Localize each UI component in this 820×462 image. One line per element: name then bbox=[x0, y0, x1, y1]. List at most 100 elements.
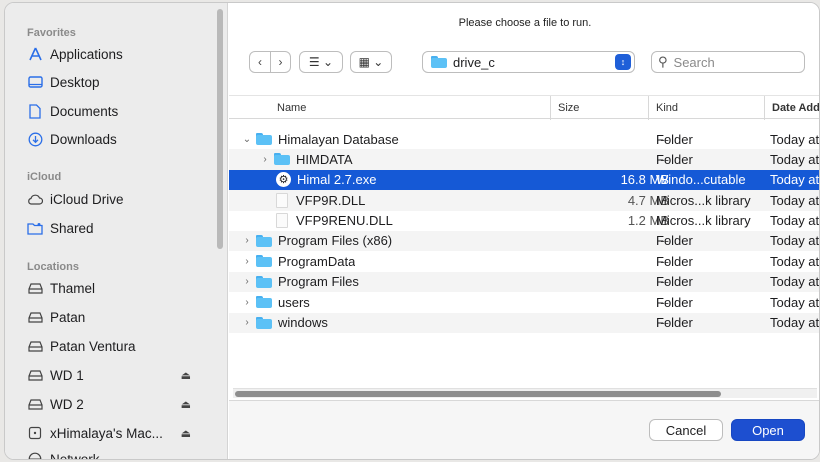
file-name: Himalayan Database bbox=[278, 131, 399, 147]
sidebar-item-network[interactable]: Network bbox=[27, 449, 197, 459]
file-name: VFP9RENU.DLL bbox=[296, 213, 393, 229]
scrollbar-thumb[interactable] bbox=[235, 391, 721, 397]
eject-icon[interactable]: ⏏ bbox=[181, 398, 191, 411]
column-name[interactable]: Name bbox=[277, 96, 306, 120]
table-header: Name Size Kind Date Add bbox=[229, 95, 819, 120]
chevron-right-icon[interactable]: › bbox=[241, 256, 253, 267]
desktop-icon bbox=[27, 74, 43, 90]
sidebar-item-label: Thamel bbox=[50, 280, 96, 296]
kind-cell: Folder bbox=[656, 294, 693, 310]
eject-icon[interactable]: ⏏ bbox=[181, 427, 191, 440]
folder-icon bbox=[256, 234, 272, 247]
sidebar-item-applications[interactable]: Applications bbox=[27, 44, 197, 64]
sidebar-item-documents[interactable]: Documents bbox=[27, 101, 197, 121]
table-row[interactable]: › Program Files (x86) -- Folder Today at bbox=[229, 230, 819, 252]
date-cell: Today at bbox=[770, 315, 820, 331]
sidebar-item-wd2[interactable]: WD 2 ⏏ bbox=[27, 394, 197, 414]
back-button[interactable]: ‹ bbox=[250, 52, 270, 72]
sidebar-item-mac[interactable]: xHimalaya's Mac... ⏏ bbox=[27, 423, 197, 443]
chevron-updown-icon: ↕ bbox=[615, 54, 631, 70]
folder-icon bbox=[256, 316, 272, 329]
sidebar-item-icloud-drive[interactable]: iCloud Drive bbox=[27, 189, 197, 209]
file-name: ProgramData bbox=[278, 253, 356, 269]
cancel-button[interactable]: Cancel bbox=[649, 419, 723, 441]
chevron-right-icon[interactable]: › bbox=[241, 276, 253, 287]
eject-icon[interactable]: ⏏ bbox=[181, 369, 191, 382]
sidebar-item-shared[interactable]: Shared bbox=[27, 218, 197, 238]
sidebar-section-favorites: Favorites bbox=[27, 27, 76, 39]
forward-button[interactable]: › bbox=[270, 52, 290, 72]
name-cell: ⚙ Himal 2.7.exe bbox=[259, 170, 376, 190]
table-row[interactable]: ⚙ Himal 2.7.exe 16.8 MB Windo...cutable Toda… bbox=[229, 169, 819, 191]
chevron-right-icon[interactable]: › bbox=[241, 235, 253, 246]
network-icon bbox=[27, 451, 43, 459]
size-cell: -- bbox=[660, 131, 669, 147]
sidebar-item-patan[interactable]: Patan bbox=[27, 307, 197, 327]
file-list: ⌄ Himalayan Database -- Folder Today at › HIMD… bbox=[229, 129, 820, 333]
kind-cell: Folder bbox=[656, 151, 693, 167]
sidebar-item-patan-ventura[interactable]: Patan Ventura bbox=[27, 336, 197, 356]
list-view-button[interactable]: ☰ ⌄ bbox=[299, 51, 343, 73]
sidebar-item-downloads[interactable]: Downloads bbox=[27, 129, 197, 149]
sidebar-item-desktop[interactable]: Desktop bbox=[27, 72, 197, 92]
horizontal-scrollbar[interactable] bbox=[233, 388, 817, 398]
table-row[interactable]: › users -- Folder Today at bbox=[229, 292, 820, 312]
chevron-down-icon[interactable]: ⌄ bbox=[241, 134, 253, 145]
computer-icon bbox=[27, 425, 43, 441]
sidebar-item-label: Shared bbox=[50, 220, 94, 236]
date-cell: Today at bbox=[770, 294, 820, 310]
name-cell: VFP9R.DLL bbox=[259, 190, 365, 210]
column-kind[interactable]: Kind bbox=[648, 96, 678, 120]
date-cell: Today at bbox=[770, 213, 820, 229]
sidebar-item-label: WD 2 bbox=[50, 396, 84, 412]
size-cell: 4.7 MB bbox=[627, 192, 669, 208]
size-cell: -- bbox=[660, 151, 669, 167]
downloads-icon bbox=[27, 131, 43, 147]
toolbar: ‹ › ☰ ⌄ ▦ ⌄ bbox=[249, 51, 392, 73]
table-row[interactable]: VFP9R.DLL 4.7 MB Micros...k library Today a… bbox=[229, 190, 819, 211]
size-cell: -- bbox=[660, 253, 669, 269]
column-size[interactable]: Size bbox=[550, 96, 579, 120]
cloud-icon bbox=[27, 191, 43, 207]
table-row[interactable]: › HIMDATA -- Folder Today at bbox=[229, 149, 819, 170]
sidebar-item-thamel[interactable]: Thamel bbox=[27, 278, 197, 298]
chevron-right-icon[interactable]: › bbox=[241, 297, 253, 308]
size-cell: 16.8 MB bbox=[620, 172, 669, 188]
folder-icon bbox=[274, 153, 290, 166]
path-label: drive_c bbox=[453, 54, 495, 70]
sidebar-item-label: WD 1 bbox=[50, 367, 84, 383]
drive-icon bbox=[27, 367, 43, 383]
chevron-right-icon[interactable]: › bbox=[241, 317, 253, 328]
table-row[interactable]: › windows -- Folder Today at bbox=[229, 312, 820, 333]
column-date-added[interactable]: Date Add bbox=[764, 96, 819, 120]
executable-icon: ⚙ bbox=[276, 172, 291, 188]
folder-icon bbox=[256, 133, 272, 145]
sidebar-scrollbar[interactable] bbox=[217, 9, 223, 249]
size-cell: -- bbox=[660, 294, 669, 310]
dialog-prompt: Please choose a file to run. bbox=[458, 17, 592, 29]
search-icon: ⚲ bbox=[658, 54, 668, 69]
table-row[interactable]: › ProgramData -- Folder Today at bbox=[229, 251, 819, 271]
search-input[interactable]: ⚲ Search bbox=[651, 51, 805, 73]
sidebar-item-label: Downloads bbox=[50, 131, 117, 147]
size-cell: -- bbox=[660, 315, 669, 331]
grid-view-icon: ▦ ⌄ bbox=[358, 55, 384, 69]
table-row[interactable]: VFP9RENU.DLL 1.2 MB Micros...k library Toda… bbox=[229, 211, 820, 231]
date-cell: Today at bbox=[770, 274, 820, 290]
table-row[interactable]: › Program Files -- Folder Today at bbox=[229, 271, 820, 293]
file-name: users bbox=[278, 294, 310, 310]
open-button[interactable]: Open bbox=[731, 419, 805, 441]
size-cell: 1.2 MB bbox=[627, 213, 669, 229]
table-row[interactable]: ⌄ Himalayan Database -- Folder Today at bbox=[229, 129, 819, 149]
name-cell: › HIMDATA bbox=[259, 149, 352, 169]
name-cell: ⌄ Himalayan Database bbox=[241, 129, 399, 149]
chevron-right-icon[interactable]: › bbox=[259, 154, 271, 165]
file-name: Program Files bbox=[278, 274, 359, 290]
drive-icon bbox=[27, 280, 43, 296]
path-select[interactable]: drive_c ↕ bbox=[422, 51, 635, 73]
sidebar-item-label: Patan Ventura bbox=[50, 338, 136, 354]
sidebar-item-wd1[interactable]: WD 1 ⏏ bbox=[27, 365, 197, 385]
folder-icon bbox=[256, 255, 272, 268]
group-view-button[interactable]: ▦ ⌄ bbox=[350, 51, 392, 73]
applications-icon bbox=[27, 46, 43, 62]
